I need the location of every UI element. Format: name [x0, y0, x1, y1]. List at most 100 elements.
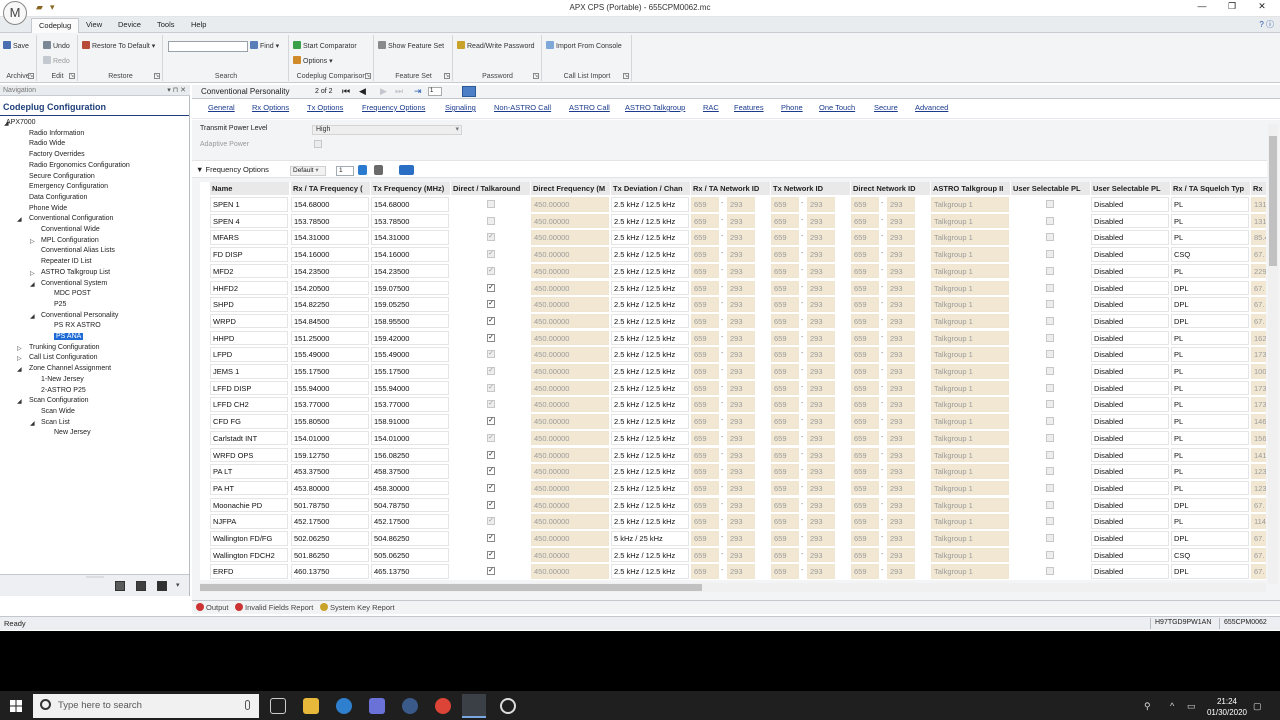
- direct-network-id-cell[interactable]: 293: [887, 330, 915, 346]
- rx-frequency-cell[interactable]: 502.06250: [291, 531, 369, 546]
- tx-deviation-cell[interactable]: 2.5 kHz / 12.5 kHz: [611, 213, 689, 229]
- talkgroup-cell[interactable]: Talkgroup 1: [931, 464, 1009, 479]
- rx-network-id-cell[interactable]: 659: [691, 464, 719, 479]
- talkaround-checkbox[interactable]: ✓: [487, 250, 495, 259]
- rx-network-id-cell[interactable]: 293: [727, 330, 755, 346]
- rx-network-id-cell[interactable]: 293: [727, 480, 755, 496]
- view-select[interactable]: Default ▾: [290, 166, 326, 176]
- talkgroup-cell[interactable]: Talkgroup 1: [931, 397, 1009, 412]
- table-row[interactable]: FD DISP 154.16000 154.16000 ✓ 450.00000 2.5 k…: [200, 246, 1266, 263]
- talkaround-checkbox[interactable]: ✓: [487, 316, 495, 325]
- tx-deviation-cell[interactable]: 2.5 kHz / 12.5 kHz: [611, 430, 689, 446]
- direct-frequency-cell[interactable]: 450.00000: [531, 547, 609, 563]
- import-console-button[interactable]: Import From Console: [546, 41, 622, 50]
- expander-icon[interactable]: ▷: [30, 270, 35, 277]
- tx-network-id-cell[interactable]: 659: [771, 247, 799, 262]
- talkaround-checkbox[interactable]: ✓: [487, 500, 495, 509]
- tx-deviation-cell[interactable]: 2.5 kHz / 12.5 kHz: [611, 397, 689, 412]
- launcher-icon[interactable]: ↘: [533, 73, 539, 79]
- talkaround-checkbox[interactable]: ✓: [487, 483, 495, 492]
- rx-network-id-cell[interactable]: 293: [727, 564, 755, 579]
- direct-frequency-cell[interactable]: 450.00000: [531, 297, 609, 312]
- rx-frequency-cell[interactable]: 501.78750: [291, 497, 369, 513]
- tx-network-id-cell[interactable]: 659: [771, 531, 799, 546]
- menu-codeplug[interactable]: Codeplug: [31, 18, 80, 33]
- direct-network-id-cell[interactable]: 659: [851, 547, 879, 563]
- rx-frequency-cell[interactable]: 452.17500: [291, 514, 369, 529]
- rx-frequency-cell[interactable]: 154.20500: [291, 280, 369, 295]
- user-selectable-pl-cell[interactable]: Disabled: [1091, 497, 1169, 513]
- vertical-scrollbar[interactable]: [1268, 124, 1278, 584]
- rx-frequency-cell[interactable]: 453.37500: [291, 464, 369, 479]
- column-header[interactable]: User Selectable PL: [1091, 182, 1171, 195]
- tab-rac[interactable]: RAC: [703, 103, 719, 112]
- tx-frequency-cell[interactable]: 504.86250: [371, 531, 449, 546]
- rx-frequency-cell[interactable]: 155.80500: [291, 414, 369, 429]
- direct-frequency-cell[interactable]: 450.00000: [531, 497, 609, 513]
- rx-cell[interactable]: 123: [1251, 480, 1266, 496]
- tx-deviation-cell[interactable]: 2.5 kHz / 12.5 kHz: [611, 514, 689, 529]
- tree-item[interactable]: PS ANA: [54, 333, 84, 340]
- table-row[interactable]: SHPD 154.82250 159.05250 ✓ 450.00000 2.5 kHz …: [200, 296, 1266, 313]
- name-cell[interactable]: Wallington FD/FG: [210, 531, 288, 546]
- direct-frequency-cell[interactable]: 450.00000: [531, 313, 609, 329]
- talkaround-checkbox[interactable]: ✓: [487, 266, 495, 275]
- first-page-icon[interactable]: ⏮: [342, 86, 350, 97]
- table-row[interactable]: Wallington FDCH2 501.86250 505.06250 ✓ 450.0…: [200, 547, 1266, 564]
- user-selectable-pl-cell[interactable]: Disabled: [1091, 247, 1169, 262]
- name-cell[interactable]: LFPD: [210, 347, 288, 362]
- expander-icon[interactable]: ◢: [17, 366, 22, 373]
- direct-network-id-cell[interactable]: 659: [851, 531, 879, 546]
- pin-icon[interactable]: ▾ ⊓ ✕: [167, 86, 186, 94]
- launcher-icon[interactable]: ↘: [623, 73, 629, 79]
- tree-item[interactable]: Call List Configuration: [29, 354, 97, 361]
- prev-page-icon[interactable]: ◀: [359, 86, 366, 97]
- direct-network-id-cell[interactable]: 293: [887, 280, 915, 295]
- rx-frequency-cell[interactable]: 154.16000: [291, 247, 369, 262]
- tx-network-id-cell[interactable]: 293: [807, 297, 835, 312]
- rx-network-id-cell[interactable]: 659: [691, 197, 719, 212]
- direct-frequency-cell[interactable]: 450.00000: [531, 247, 609, 262]
- name-cell[interactable]: Carlstadt INT: [210, 430, 288, 446]
- tx-deviation-cell[interactable]: 2.5 kHz / 12.5 kHz: [611, 464, 689, 479]
- rx-network-id-cell[interactable]: 293: [727, 313, 755, 329]
- user-selectable-pl-checkbox[interactable]: [1046, 417, 1054, 426]
- tx-frequency-cell[interactable]: 154.68000: [371, 197, 449, 212]
- tree-item[interactable]: Repeater ID List: [41, 258, 92, 265]
- column-header[interactable]: Tx Frequency (MHz): [371, 182, 451, 195]
- page-input[interactable]: 1: [428, 87, 442, 96]
- tx-deviation-cell[interactable]: 2.5 kHz / 12.5 kHz: [611, 380, 689, 396]
- talkgroup-cell[interactable]: Talkgroup 1: [931, 531, 1009, 546]
- rx-network-id-cell[interactable]: 659: [691, 564, 719, 579]
- launcher-icon[interactable]: ↘: [28, 73, 34, 79]
- squelch-type-cell[interactable]: PL: [1171, 330, 1249, 346]
- motorola-logo[interactable]: M: [3, 1, 27, 25]
- rx-frequency-cell[interactable]: 151.25000: [291, 330, 369, 346]
- rx-network-id-cell[interactable]: 293: [727, 414, 755, 429]
- chrome-icon[interactable]: [435, 698, 451, 714]
- rx-network-id-cell[interactable]: 659: [691, 263, 719, 279]
- tx-power-select[interactable]: High ▾: [312, 125, 462, 135]
- direct-frequency-cell[interactable]: 450.00000: [531, 230, 609, 245]
- tree-item[interactable]: Conventional System: [41, 280, 107, 287]
- launcher-icon[interactable]: ↘: [444, 73, 450, 79]
- tx-deviation-cell[interactable]: 2.5 kHz / 12.5 kHz: [611, 263, 689, 279]
- direct-network-id-cell[interactable]: 659: [851, 213, 879, 229]
- tx-frequency-cell[interactable]: 154.31000: [371, 230, 449, 245]
- talkgroup-cell[interactable]: Talkgroup 1: [931, 364, 1009, 379]
- launcher-icon[interactable]: ↘: [365, 73, 371, 79]
- user-selectable-pl-cell[interactable]: Disabled: [1091, 313, 1169, 329]
- tx-deviation-cell[interactable]: 2.5 kHz / 12.5 kHz: [611, 547, 689, 563]
- user-selectable-pl-checkbox[interactable]: [1046, 350, 1054, 359]
- tx-network-id-cell[interactable]: 659: [771, 564, 799, 579]
- tx-network-id-cell[interactable]: 293: [807, 280, 835, 295]
- discord-icon[interactable]: [369, 698, 385, 714]
- rx-network-id-cell[interactable]: 293: [727, 514, 755, 529]
- tx-network-id-cell[interactable]: 659: [771, 447, 799, 462]
- tab-rx-options[interactable]: Rx Options: [252, 103, 289, 112]
- direct-frequency-cell[interactable]: 450.00000: [531, 380, 609, 396]
- tree-item[interactable]: APX7000: [6, 119, 36, 126]
- rx-network-id-cell[interactable]: 659: [691, 480, 719, 496]
- launcher-icon[interactable]: ↘: [154, 73, 160, 79]
- tree-item[interactable]: Emergency Configuration: [29, 183, 108, 190]
